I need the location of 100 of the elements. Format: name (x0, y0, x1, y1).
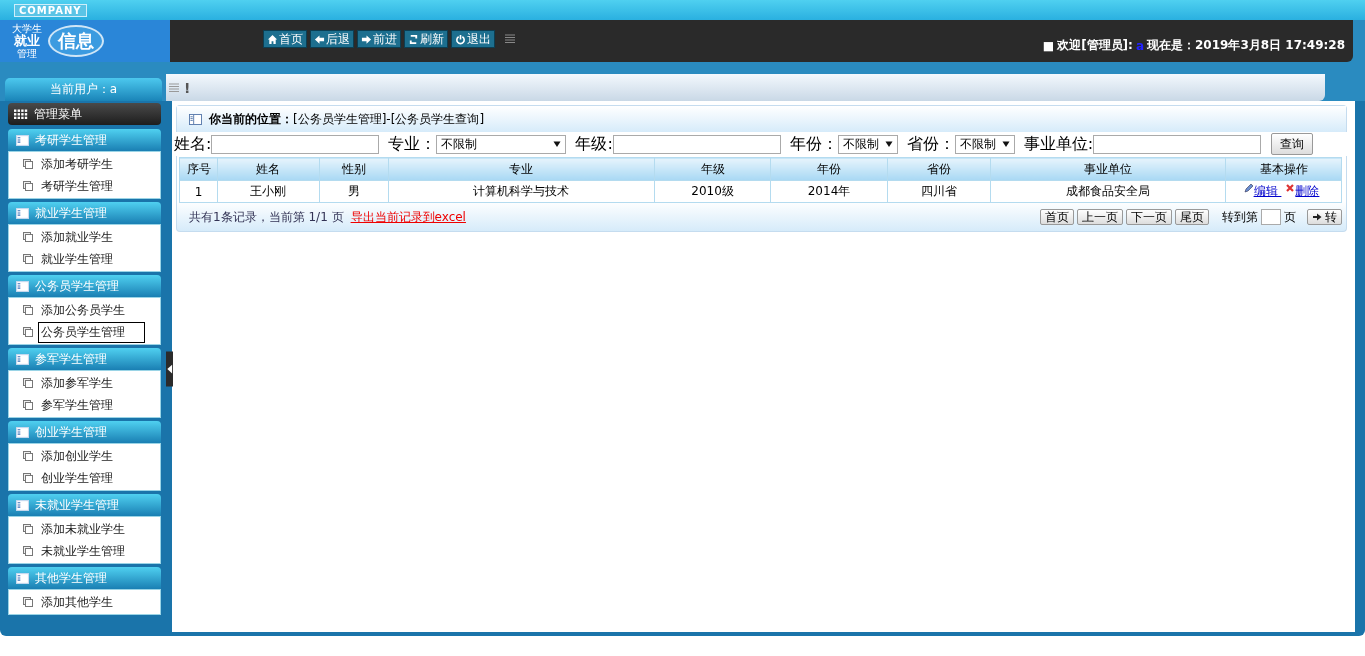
power-icon (455, 33, 466, 45)
menu-item[interactable]: 未就业学生管理 (38, 540, 145, 562)
record-summary: 共有1条记录，当前第 1/1 页 (189, 208, 344, 226)
collapse-handle-icon[interactable] (166, 349, 173, 389)
filter-dropdown[interactable]: 不限制 (954, 134, 1015, 154)
document-icon (23, 378, 33, 388)
company-label: COMPANY (14, 3, 87, 17)
filter-label: 省份： (906, 133, 955, 155)
table-cell: 王小刚 (217, 180, 320, 203)
right-arrow-icon (1312, 212, 1322, 222)
menu-item[interactable]: 公务员学生管理 (38, 321, 145, 343)
panel-icon (16, 207, 29, 219)
filter-dropdown[interactable]: 不限制 (436, 134, 567, 154)
left-arrow-icon (314, 33, 325, 45)
go-button[interactable]: 转 (1307, 209, 1342, 225)
panel-icon (189, 113, 202, 125)
document-icon (23, 232, 33, 242)
table-cell: 计算机科学与技术 (388, 180, 655, 203)
filter-input-field[interactable] (1093, 134, 1262, 154)
table-cell: 成都食品安全局 (990, 180, 1226, 203)
dropdown-caret-icon (1001, 140, 1010, 148)
document-icon (23, 181, 33, 191)
document-icon (23, 254, 33, 264)
menu-item[interactable]: 参军学生管理 (38, 394, 145, 416)
nav-button[interactable]: 首页 (263, 30, 307, 48)
home-icon (267, 33, 278, 45)
nav-button[interactable]: 前进 (357, 30, 401, 48)
filter-label: 专业： (388, 133, 437, 155)
delete-link[interactable]: 删除 (1295, 184, 1320, 198)
document-icon (23, 327, 33, 337)
table-cell: 1 (179, 180, 218, 203)
document-icon (23, 159, 33, 169)
panel-icon (16, 134, 29, 146)
filter-input-field[interactable] (612, 134, 781, 154)
goto-label: 转到第 (1222, 208, 1258, 226)
filter-label: 年级: (575, 133, 613, 155)
document-icon (23, 597, 33, 607)
column-header: 姓名 (217, 157, 320, 181)
table-cell: 四川省 (887, 180, 991, 203)
grid-icon (14, 109, 28, 119)
menu-item[interactable]: 添加就业学生 (38, 226, 145, 248)
panel-icon (16, 572, 29, 584)
table-cell: 2014年 (770, 180, 888, 203)
document-icon (23, 524, 33, 534)
column-header: 序号 (179, 157, 218, 181)
edit-link[interactable]: 编辑 (1253, 184, 1282, 198)
page-button[interactable]: 尾页 (1175, 209, 1209, 225)
table-cell: 2010级 (654, 180, 771, 203)
panel-icon (16, 499, 29, 511)
page-button[interactable]: 首页 (1040, 209, 1074, 225)
dropdown-caret-icon (884, 140, 893, 148)
cross-icon (1285, 183, 1296, 193)
column-header: 基本操作 (1225, 157, 1342, 181)
menu-item[interactable]: 创业学生管理 (38, 467, 145, 489)
export-link[interactable]: 导出当前记录到excel (350, 208, 466, 226)
nav-button[interactable]: 后退 (310, 30, 354, 48)
nav-button[interactable]: 刷新 (404, 30, 448, 48)
lines-icon (168, 80, 180, 95)
exclamation-mark: ! (184, 79, 191, 96)
filter-dropdown[interactable]: 不限制 (837, 134, 898, 154)
filter-label: 年份： (789, 133, 838, 155)
menu-item[interactable]: 添加公务员学生 (38, 299, 145, 321)
page-button[interactable]: 下一页 (1126, 209, 1172, 225)
user-name: a (1135, 38, 1144, 53)
filter-input-field[interactable] (211, 134, 380, 154)
document-icon (23, 451, 33, 461)
menu-icon[interactable] (504, 33, 516, 45)
search-button[interactable]: 查询 (1271, 133, 1314, 155)
menu-item[interactable]: 添加创业学生 (38, 445, 145, 467)
welcome-label: 欢迎[管理员]: (1057, 37, 1133, 54)
table-cell: 男 (319, 180, 389, 203)
menu-item[interactable]: 添加参军学生 (38, 372, 145, 394)
page-button[interactable]: 上一页 (1077, 209, 1123, 225)
filter-label: 姓名: (174, 133, 212, 155)
menu-item[interactable]: 考研学生管理 (38, 175, 145, 197)
document-icon (23, 546, 33, 556)
panel-icon (16, 426, 29, 438)
datetime-text: 现在是：2019年3月8日 17:49:28 (1147, 37, 1345, 54)
bullet-icon: ■ (1042, 38, 1055, 53)
column-header: 专业 (388, 157, 655, 181)
page-unit-label: 页 (1284, 208, 1296, 226)
menu-item[interactable]: 添加未就业学生 (38, 518, 145, 540)
page-number-field[interactable] (1261, 209, 1281, 225)
document-icon (23, 400, 33, 410)
menu-title: 管理菜单 (34, 105, 82, 123)
pencil-icon (1243, 183, 1254, 193)
column-header: 年级 (654, 157, 771, 181)
nav-button[interactable]: 退出 (451, 30, 495, 48)
column-header: 省份 (887, 157, 991, 181)
column-header: 事业单位 (990, 157, 1226, 181)
panel-icon (16, 280, 29, 292)
menu-item[interactable]: 添加考研学生 (38, 153, 145, 175)
filter-label: 事业单位: (1023, 133, 1094, 155)
menu-item[interactable]: 就业学生管理 (38, 248, 145, 270)
breadcrumb-text: 你当前的位置：[公务员学生管理]-[公务员学生查询] (209, 110, 485, 128)
right-arrow-icon (361, 33, 372, 45)
document-icon (23, 473, 33, 483)
dropdown-caret-icon (553, 140, 562, 148)
panel-icon (16, 353, 29, 365)
document-icon (23, 305, 33, 315)
